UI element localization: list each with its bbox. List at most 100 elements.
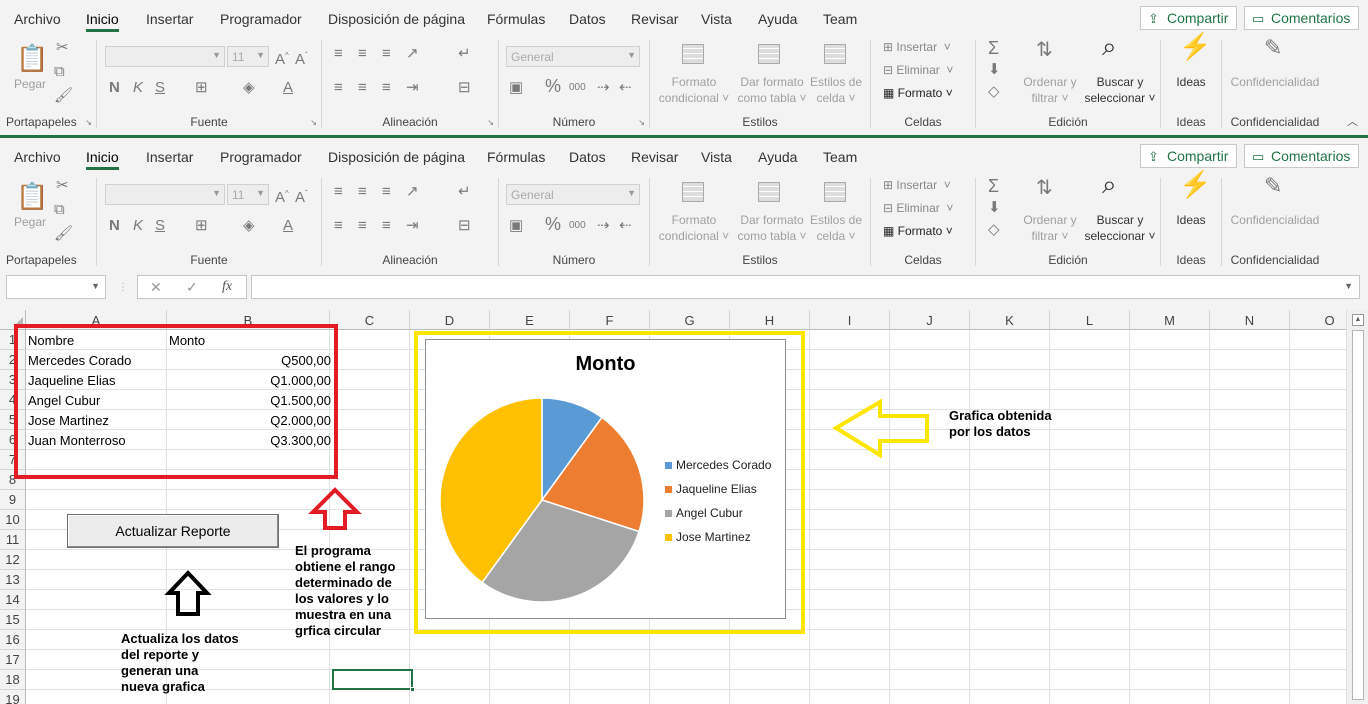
clear-icon[interactable]: ◇	[988, 84, 1000, 100]
clipboard-icon[interactable]: 📋	[16, 44, 48, 72]
cell-styles-button[interactable]: Estilos de celda ˅	[808, 212, 864, 244]
column-header-k[interactable]: K	[970, 310, 1050, 330]
conditional-format-icon[interactable]	[682, 44, 704, 67]
insert-cells-button[interactable]: ⊞ Insertar ˅	[883, 40, 951, 54]
tab-vista[interactable]: Vista	[701, 149, 732, 165]
borders-icon[interactable]: ⊞	[195, 218, 208, 234]
align-left-icon[interactable]: ≡	[334, 80, 343, 96]
clipboard-icon[interactable]: 📋	[16, 182, 48, 210]
row-header-12[interactable]: 12	[0, 550, 26, 570]
fill-color-icon[interactable]: ◈	[243, 218, 255, 234]
copy-icon[interactable]: ⧉	[54, 202, 65, 218]
delete-cells-button[interactable]: ⊟ Eliminar ˅	[883, 201, 953, 215]
column-header-f[interactable]: F	[570, 310, 650, 330]
format-cells-button[interactable]: ▦ Formato ˅	[883, 224, 953, 238]
column-header-g[interactable]: G	[650, 310, 730, 330]
shrink-font-icon[interactable]: Aˇ	[295, 186, 308, 206]
collapse-ribbon-icon[interactable]: ︿	[1347, 113, 1358, 129]
sort-filter-button[interactable]: Ordenar y filtrar ˅	[1022, 212, 1078, 244]
autosum-icon[interactable]: Σ	[988, 177, 999, 195]
column-header-d[interactable]: D	[410, 310, 490, 330]
pie-chart[interactable]: Monto Mercedes Corado Jaqueline Elias An…	[425, 339, 786, 619]
lightning-icon[interactable]: ⚡	[1179, 171, 1211, 197]
row-header-19[interactable]: 19	[0, 690, 26, 704]
sort-filter-icon[interactable]: ⇅	[1036, 40, 1053, 60]
chevron-down-icon[interactable]: ▼	[1344, 281, 1353, 291]
column-header-n[interactable]: N	[1210, 310, 1290, 330]
font-name-combo[interactable]: ▼	[105, 46, 225, 67]
format-painter-icon[interactable]: 🖌	[54, 88, 73, 104]
cell-styles-icon[interactable]	[824, 182, 846, 205]
search-icon[interactable]: ⌕	[1102, 171, 1117, 197]
align-center-icon[interactable]: ≡	[358, 80, 367, 96]
insert-cells-button[interactable]: ⊞ Insertar ˅	[883, 178, 951, 192]
dialog-launcher-icon[interactable]: ↘	[85, 118, 92, 127]
sensitivity-button[interactable]: Confidencialidad	[1222, 212, 1328, 228]
italic-button[interactable]: K	[133, 218, 143, 234]
selected-cell[interactable]	[332, 669, 415, 692]
sensitivity-icon[interactable]: ✎	[1264, 37, 1282, 59]
cell-styles-icon[interactable]	[824, 44, 846, 67]
orientation-icon[interactable]: ↗	[406, 46, 419, 62]
row-header-15[interactable]: 15	[0, 610, 26, 630]
column-header-h[interactable]: H	[730, 310, 810, 330]
row-header-18[interactable]: 18	[0, 670, 26, 690]
tab-formulas[interactable]: Fórmulas	[487, 149, 545, 165]
tab-archivo[interactable]: Archivo	[14, 11, 61, 27]
shrink-font-icon[interactable]: Aˇ	[295, 48, 308, 68]
grow-font-icon[interactable]: A^	[275, 186, 289, 206]
ideas-button[interactable]: Ideas	[1161, 212, 1221, 228]
bold-button[interactable]: N	[109, 218, 120, 234]
align-right-icon[interactable]: ≡	[382, 218, 391, 234]
currency-icon[interactable]: ▣	[509, 80, 523, 96]
find-select-button[interactable]: Buscar y seleccionar ˅	[1082, 74, 1158, 106]
decrease-decimal-icon[interactable]: ⇠	[619, 80, 632, 96]
row-header-10[interactable]: 10	[0, 510, 26, 530]
dialog-launcher-icon[interactable]: ↘	[638, 118, 645, 127]
format-painter-icon[interactable]: 🖌	[54, 226, 73, 242]
find-select-button[interactable]: Buscar y seleccionar ˅	[1082, 212, 1158, 244]
clear-icon[interactable]: ◇	[988, 222, 1000, 238]
scroll-thumb[interactable]	[1352, 330, 1364, 700]
share-button[interactable]: ⇪ Compartir	[1140, 144, 1238, 168]
indent-icon[interactable]: ⇥	[406, 218, 419, 234]
share-button[interactable]: ⇪ Compartir	[1140, 6, 1238, 30]
grow-font-icon[interactable]: A^	[275, 48, 289, 68]
lightning-icon[interactable]: ⚡	[1179, 33, 1211, 59]
format-table-button[interactable]: Dar formato como tabla ˅	[734, 212, 810, 244]
percent-icon[interactable]: %	[545, 77, 561, 95]
italic-button[interactable]: K	[133, 80, 143, 96]
dialog-launcher-icon[interactable]: ↘	[487, 118, 494, 127]
column-header-l[interactable]: L	[1050, 310, 1130, 330]
cell-styles-button[interactable]: Estilos de celda ˅	[808, 74, 864, 106]
tab-revisar[interactable]: Revisar	[631, 149, 678, 165]
fill-icon[interactable]: ⬇	[988, 62, 1001, 78]
column-header-m[interactable]: M	[1130, 310, 1210, 330]
number-format-combo[interactable]: General ▼	[506, 46, 640, 67]
tab-team[interactable]: Team	[823, 11, 857, 27]
cut-icon[interactable]: ✂	[56, 40, 69, 56]
underline-button[interactable]: S	[155, 80, 165, 96]
column-header-c[interactable]: C	[330, 310, 410, 330]
copy-icon[interactable]: ⧉	[54, 64, 65, 80]
font-color-icon[interactable]: A	[283, 80, 293, 96]
sort-filter-button[interactable]: Ordenar y filtrar ˅	[1022, 74, 1078, 106]
tab-vista[interactable]: Vista	[701, 11, 732, 27]
align-left-icon[interactable]: ≡	[334, 218, 343, 234]
row-header-16[interactable]: 16	[0, 630, 26, 650]
column-header-o[interactable]: O	[1290, 310, 1346, 330]
autosum-icon[interactable]: Σ	[988, 39, 999, 57]
wrap-text-icon[interactable]: ↵	[458, 46, 471, 62]
tab-programador[interactable]: Programador	[220, 11, 302, 27]
tab-datos[interactable]: Datos	[569, 149, 606, 165]
tab-ayuda[interactable]: Ayuda	[758, 11, 797, 27]
font-size-combo[interactable]: 11 ▼	[227, 184, 269, 205]
fx-icon[interactable]: fx	[222, 279, 232, 295]
decrease-decimal-icon[interactable]: ⇠	[619, 218, 632, 234]
vertical-scrollbar[interactable]: ▲	[1346, 310, 1368, 704]
merge-icon[interactable]: ⊟	[458, 80, 471, 96]
align-center-icon[interactable]: ≡	[358, 218, 367, 234]
sensitivity-button[interactable]: Confidencialidad	[1222, 74, 1328, 90]
conditional-format-button[interactable]: Formato condicional ˅	[658, 212, 730, 244]
tab-datos[interactable]: Datos	[569, 11, 606, 27]
